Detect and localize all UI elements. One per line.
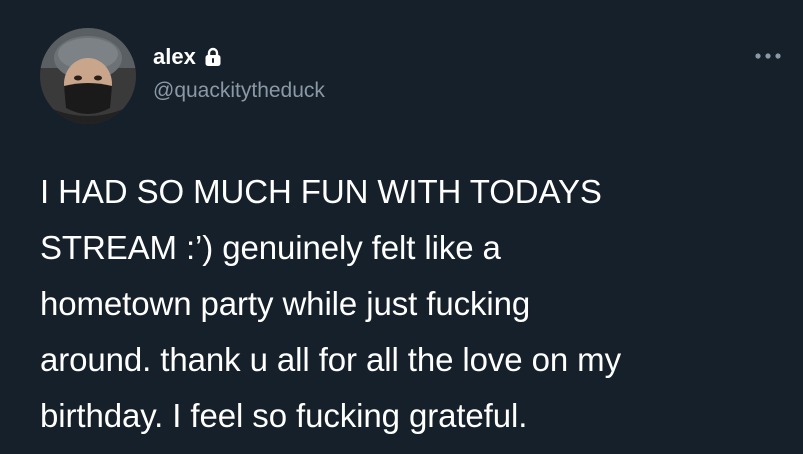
lock-icon — [204, 47, 222, 67]
display-name[interactable]: alex — [153, 43, 196, 71]
tweet-text: I HAD SO MUCH FUN WITH TODAYS STREAM :’)… — [40, 164, 780, 444]
tweet-text-line: birthday. I feel so fucking grateful. — [40, 397, 528, 434]
tweet-card: alex @quackitytheduck I HAD SO MUCH FUN … — [0, 0, 803, 454]
author-name-row: alex — [153, 43, 222, 71]
avatar-image — [40, 28, 136, 124]
user-handle[interactable]: @quackitytheduck — [153, 78, 325, 104]
more-options-button[interactable] — [752, 44, 784, 68]
tweet-text-line: STREAM :’) genuinely felt like a — [40, 229, 501, 266]
tweet-text-line: I HAD SO MUCH FUN WITH TODAYS — [40, 173, 602, 210]
avatar[interactable] — [40, 28, 136, 124]
tweet-text-line: hometown party while just fucking — [40, 285, 531, 322]
tweet-text-line: around. thank u all for all the love on … — [40, 341, 621, 378]
more-dots-icon — [752, 47, 784, 65]
